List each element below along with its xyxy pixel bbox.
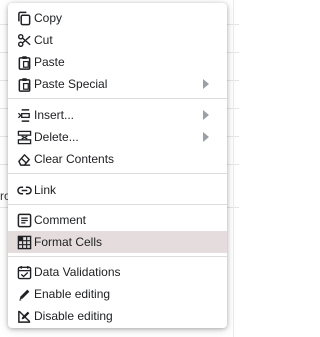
eraser-icon — [17, 152, 32, 167]
menu-item-label: Paste Special — [34, 77, 108, 91]
menu-separator — [8, 204, 227, 205]
menu-item-label: Insert... — [34, 108, 75, 122]
scissors-icon — [17, 33, 32, 48]
menu-separator — [8, 256, 227, 257]
menu-item-cut[interactable]: Cut — [8, 29, 227, 51]
context-menu: Copy Cut Paste Paste Special Insert... D… — [8, 3, 227, 328]
menu-separator — [8, 173, 227, 174]
delete-icon — [17, 130, 32, 145]
menu-item-label: Delete... — [34, 130, 79, 144]
grid-column-line — [233, 0, 234, 337]
pencil-icon — [17, 287, 32, 302]
format-cells-icon — [17, 235, 32, 250]
submenu-arrow-icon — [203, 110, 209, 120]
menu-separator — [8, 98, 227, 99]
menu-item-paste-special[interactable]: Paste Special — [8, 73, 227, 95]
menu-item-copy[interactable]: Copy — [8, 7, 227, 29]
menu-item-link[interactable]: Link — [8, 179, 227, 201]
menu-item-data-validations[interactable]: Data Validations — [8, 261, 227, 283]
menu-item-paste[interactable]: Paste — [8, 51, 227, 73]
insert-icon — [17, 108, 32, 123]
menu-item-enable-editing[interactable]: Enable editing — [8, 283, 227, 305]
menu-item-label: Link — [34, 183, 57, 197]
menu-item-label: Disable editing — [34, 309, 113, 323]
submenu-arrow-icon — [203, 79, 209, 89]
pencil-off-icon — [17, 309, 32, 324]
menu-item-label: Cut — [34, 33, 53, 47]
menu-item-label: Format Cells — [34, 235, 103, 249]
menu-item-format-cells[interactable]: Format Cells — [8, 231, 227, 253]
comment-icon — [17, 213, 32, 228]
menu-item-disable-editing[interactable]: Disable editing — [8, 305, 227, 327]
menu-item-label: Clear Contents — [34, 152, 115, 166]
clipboard-icon — [17, 77, 32, 92]
menu-item-comment[interactable]: Comment — [8, 209, 227, 231]
copy-icon — [17, 11, 32, 26]
calendar-check-icon — [17, 265, 32, 280]
submenu-arrow-icon — [203, 132, 209, 142]
menu-item-label: Enable editing — [34, 287, 111, 301]
link-icon — [17, 183, 32, 198]
menu-item-label: Paste — [34, 55, 65, 69]
menu-item-label: Data Validations — [34, 265, 121, 279]
menu-item-label: Copy — [34, 11, 63, 25]
menu-item-clear-contents[interactable]: Clear Contents — [8, 148, 227, 170]
menu-item-insert[interactable]: Insert... — [8, 104, 227, 126]
menu-item-delete[interactable]: Delete... — [8, 126, 227, 148]
menu-item-label: Comment — [34, 213, 87, 227]
clipboard-icon — [17, 55, 32, 70]
